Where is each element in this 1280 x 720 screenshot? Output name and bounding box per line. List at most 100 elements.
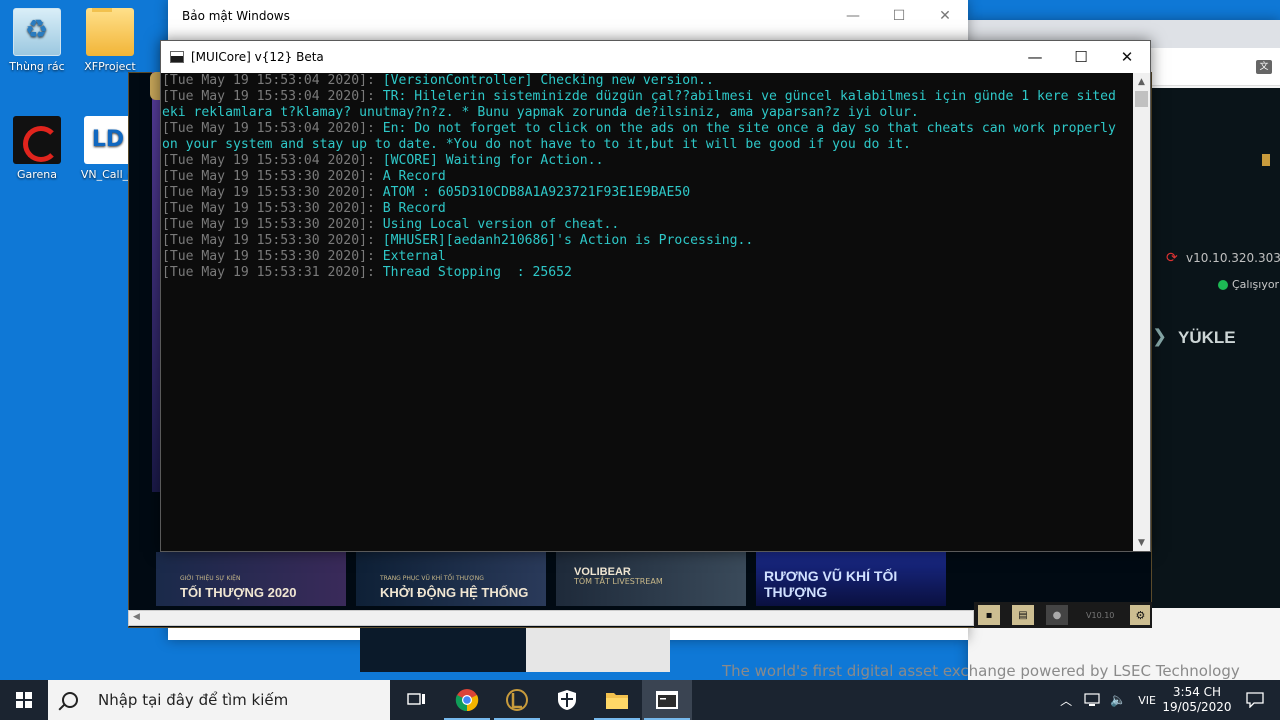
volume-icon[interactable]: 🔈 — [1110, 693, 1126, 708]
tile-caption: VOLIBEAR — [574, 566, 631, 578]
language-indicator[interactable]: VIE — [1138, 694, 1156, 707]
window-title: Bảo mật Windows — [182, 9, 290, 23]
accent-mark — [1262, 154, 1270, 166]
taskbar-security[interactable] — [542, 680, 592, 720]
console-line: [Tue May 19 15:53:30 2020]: External — [162, 249, 1122, 265]
console-log: [Tue May 19 15:53:04 2020]: [VersionCont… — [162, 73, 1122, 281]
league-icon — [506, 689, 528, 711]
search-placeholder: Nhập tại đây để tìm kiếm — [98, 691, 289, 709]
log-timestamp: [Tue May 19 15:53:04 2020]: — [162, 121, 383, 136]
tile-caption: TỐI THƯỢNG 2020 — [180, 585, 297, 600]
log-timestamp: [Tue May 19 15:53:30 2020]: — [162, 249, 383, 264]
settings-icon[interactable]: ⚙ — [1130, 605, 1151, 625]
console-line: [Tue May 19 15:53:31 2020]: Thread Stopp… — [162, 265, 1122, 281]
console-line: [Tue May 19 15:53:30 2020]: A Record — [162, 169, 1122, 185]
close-button[interactable]: ✕ — [1104, 41, 1150, 73]
desktop-icon-label: VN_Call_d — [80, 168, 136, 181]
tile-caption: KHỞI ĐỘNG HỆ THỐNG — [380, 585, 529, 600]
desktop-icon-garena[interactable]: Garena — [0, 116, 74, 181]
vn-call-icon: LD — [84, 116, 132, 164]
notes-icon[interactable]: ▤ — [1012, 605, 1034, 625]
launcher-hscrollbar[interactable]: ◀ — [128, 610, 974, 626]
mic-icon[interactable]: ● — [1046, 605, 1068, 625]
minimize-button[interactable]: — — [1012, 41, 1058, 73]
desktop-icon-label: Garena — [16, 168, 58, 181]
console-line: [Tue May 19 15:53:30 2020]: [MHUSER][aed… — [162, 233, 1122, 249]
tile-subtitle: TRANG PHỤC VŨ KHÍ TỐI THƯỢNG — [380, 575, 484, 582]
log-message: Thread Stopping : 25652 — [382, 265, 572, 280]
translate-icon[interactable]: 文 — [1256, 60, 1272, 74]
desktop-icon-xfproject[interactable]: XFProject — [80, 8, 140, 73]
launcher-version-label: V10.10 — [1086, 610, 1115, 620]
chevron-up-icon[interactable]: ︿ — [1060, 692, 1072, 709]
clock[interactable]: 3:54 CH 19/05/2020 — [1162, 685, 1232, 715]
chat-icon[interactable]: ▪ — [978, 605, 1000, 625]
console-line: [Tue May 19 15:53:30 2020]: B Record — [162, 201, 1122, 217]
taskbar-console[interactable] — [642, 680, 692, 720]
log-message: ATOM : 605D310CDB8A1A923721F93E1E9BAE50 — [382, 185, 691, 200]
news-tile-2[interactable]: TRANG PHỤC VŨ KHÍ TỐI THƯỢNG KHỞI ĐỘNG H… — [356, 552, 546, 606]
status-icon — [1218, 280, 1228, 290]
bg-grey-strip — [526, 628, 670, 672]
tile-subtitle: GIỚI THIỆU SỰ KIỆN — [180, 575, 241, 582]
tile-caption: RƯƠNG VŨ KHÍ TỐI THƯỢNG — [764, 568, 898, 600]
chrome-icon — [455, 689, 479, 712]
search-icon — [62, 692, 78, 708]
maximize-button[interactable]: ☐ — [1058, 41, 1104, 73]
log-timestamp: [Tue May 19 15:53:31 2020]: — [162, 265, 383, 280]
console-icon — [656, 691, 678, 709]
folder-icon — [606, 693, 628, 709]
console-scrollbar[interactable]: ▲ ▼ — [1133, 73, 1150, 551]
log-timestamp: [Tue May 19 15:53:04 2020]: — [162, 153, 383, 168]
log-message: Using Local version of cheat.. — [382, 217, 620, 232]
browser-page-text: The world's first digital asset exchange… — [722, 662, 1240, 680]
install-button[interactable]: YÜKLE — [1178, 328, 1236, 348]
start-button[interactable] — [0, 680, 48, 720]
folder-icon — [86, 8, 134, 56]
console-line: [Tue May 19 15:53:04 2020]: TR: Hileleri… — [162, 89, 1122, 121]
network-icon[interactable] — [1084, 693, 1100, 707]
clock-date: 19/05/2020 — [1162, 700, 1232, 714]
log-timestamp: [Tue May 19 15:53:30 2020]: — [162, 217, 383, 232]
taskbar-file-explorer[interactable] — [592, 680, 642, 720]
news-tile-3[interactable]: TÓM TẮT LIVESTREAM VOLIBEAR — [556, 552, 746, 606]
tile-subtitle: TÓM TẮT LIVESTREAM — [574, 577, 663, 586]
taskbar-chrome[interactable] — [442, 680, 492, 720]
shield-icon — [558, 690, 576, 710]
windows-logo-icon — [16, 692, 32, 708]
log-timestamp: [Tue May 19 15:53:04 2020]: — [162, 89, 383, 104]
maximize-button[interactable]: ☐ — [876, 0, 922, 32]
scroll-left-arrow-icon[interactable]: ◀ — [133, 612, 140, 622]
scroll-thumb[interactable] — [1135, 91, 1148, 107]
launcher-right-panel: ⟳ v10.10.320.3039 Çalışıyor ❯ YÜKLE — [1152, 88, 1280, 608]
launcher-version: v10.10.320.3039 — [1186, 251, 1280, 265]
close-button[interactable]: ✕ — [922, 0, 968, 32]
desktop-icon-label: Thùng rác — [9, 60, 65, 73]
notification-icon[interactable] — [1246, 692, 1264, 708]
taskbar: Nhập tại đây để tìm kiếm ︿ 🔈 VIE 3:54 CH… — [0, 680, 1280, 720]
scroll-up-arrow-icon[interactable]: ▲ — [1133, 73, 1150, 90]
log-message: B Record — [382, 201, 446, 216]
refresh-icon: ⟳ — [1166, 250, 1178, 266]
minimize-button[interactable]: — — [830, 0, 876, 32]
launcher-status: Çalışıyor — [1232, 278, 1280, 291]
install-arrow-icon: ❯ — [1152, 326, 1168, 347]
news-tile-1[interactable]: GIỚI THIỆU SỰ KIỆN TỐI THƯỢNG 2020 — [156, 552, 346, 606]
log-timestamp: [Tue May 19 15:53:30 2020]: — [162, 169, 383, 184]
log-message: [VersionController] Checking new version… — [382, 73, 714, 88]
console-line: [Tue May 19 15:53:30 2020]: ATOM : 605D3… — [162, 185, 1122, 201]
console-output[interactable]: [Tue May 19 15:53:04 2020]: [VersionCont… — [161, 73, 1150, 551]
system-tray: ︿ 🔈 VIE 3:54 CH 19/05/2020 — [1060, 680, 1280, 720]
taskbar-league[interactable] — [492, 680, 542, 720]
taskbar-search[interactable]: Nhập tại đây để tìm kiếm — [48, 680, 390, 720]
task-view-button[interactable] — [392, 680, 442, 720]
desktop-icon-recycle-bin[interactable]: Thùng rác — [0, 8, 74, 73]
console-app-icon — [170, 51, 184, 63]
console-window-controls: — ☐ ✕ — [1012, 41, 1150, 73]
clock-time: 3:54 CH — [1172, 685, 1222, 699]
news-tile-4[interactable]: RƯƠNG VŨ KHÍ TỐI THƯỢNG — [756, 552, 946, 606]
scroll-down-arrow-icon[interactable]: ▼ — [1133, 534, 1150, 551]
log-timestamp: [Tue May 19 15:53:30 2020]: — [162, 201, 383, 216]
console-window[interactable]: [MUICore] v{12} Beta — ☐ ✕ [Tue May 19 1… — [160, 40, 1151, 552]
garena-icon — [13, 116, 61, 164]
